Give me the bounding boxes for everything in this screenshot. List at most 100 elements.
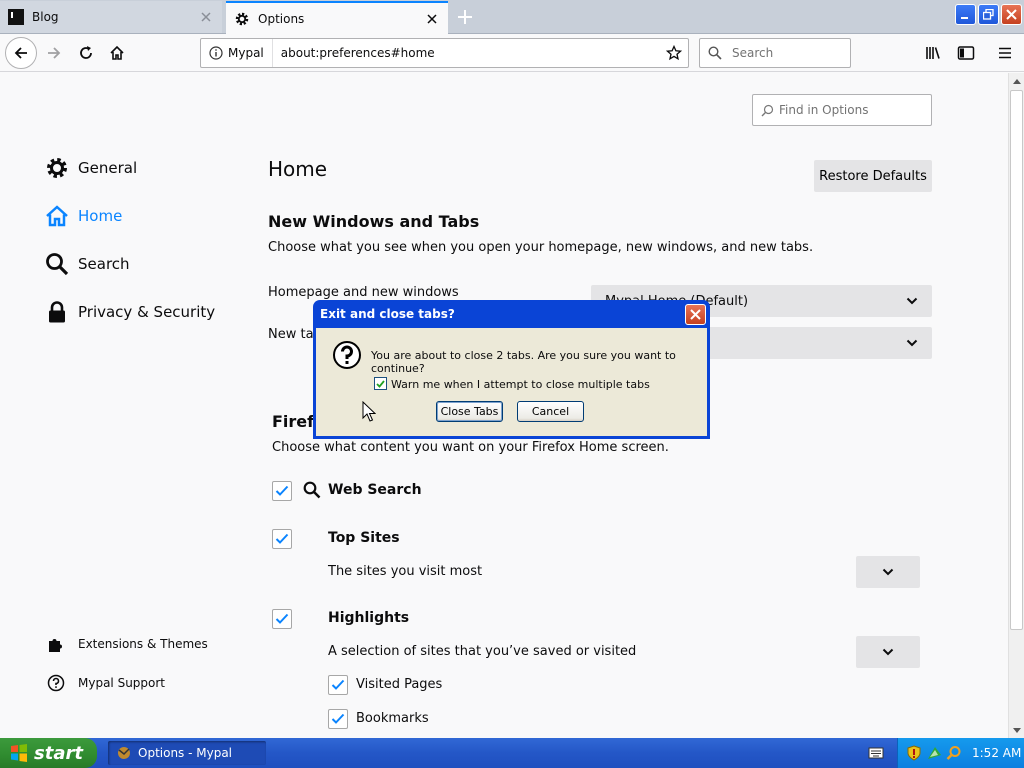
network-icon[interactable] [926,745,942,761]
hamburger-menu-icon[interactable] [991,39,1019,67]
option-description: A selection of sites that you’ve saved o… [328,644,637,659]
search-icon [761,104,774,117]
sub-option-label: Bookmarks [356,711,429,726]
blog-favicon-icon [8,9,24,25]
section-title: New Windows and Tabs [268,212,480,231]
bookmark-star-icon[interactable] [660,39,688,67]
reload-button[interactable] [72,39,100,67]
taskbar: start Options - Mypal 1:52 AM [0,738,1024,768]
puzzle-piece-icon [46,634,66,654]
tab-strip: Blog Options [0,0,1024,35]
cancel-button[interactable]: Cancel [517,401,584,422]
category-privacy-security[interactable]: Privacy & Security [44,298,215,326]
keyboard-icon[interactable] [868,746,884,760]
library-icon[interactable] [920,39,948,67]
web-search-checkbox[interactable] [272,481,292,501]
tab-blog[interactable]: Blog [0,1,222,33]
top-sites-rows-select[interactable] [856,556,920,588]
question-icon [332,340,362,370]
find-in-options-input[interactable]: Find in Options [752,94,932,126]
gear-icon [44,155,70,181]
sidebar-toggle-icon[interactable] [952,39,980,67]
help-icon [46,673,66,693]
task-label: Options - Mypal [138,746,233,760]
option-description: The sites you visit most [328,564,483,579]
url-bar[interactable]: Mypal about:preferences#home [200,38,689,68]
vertical-scrollbar[interactable] [1008,73,1024,738]
support-link[interactable]: Mypal Support [46,673,165,693]
highlights-rows-select[interactable] [856,636,920,668]
dialog-title: Exit and close tabs? [320,307,455,321]
navigation-toolbar: Mypal about:preferences#home Search [0,34,1024,72]
search-bar[interactable]: Search [699,38,851,68]
category-search[interactable]: Search [44,250,130,278]
close-tab-icon[interactable] [424,11,440,27]
category-label: Home [78,207,123,225]
warn-close-tabs-checkbox[interactable] [374,377,387,390]
homepage-label: Homepage and new windows [268,285,459,300]
close-window-button[interactable] [1001,4,1022,25]
category-general[interactable]: General [44,154,137,182]
sub-option-label: Visited Pages [356,677,443,692]
extensions-themes-link[interactable]: Extensions & Themes [46,634,208,654]
restore-defaults-button[interactable]: Restore Defaults [814,160,932,192]
site-identity[interactable]: Mypal [201,39,273,67]
warn-checkbox-label[interactable]: Warn me when I attempt to close multiple… [391,378,650,391]
search-icon [44,251,70,277]
windows-logo-icon [10,744,28,762]
forward-button[interactable] [40,39,68,67]
clock: 1:52 AM [972,746,1022,760]
lock-icon [44,299,70,325]
taskbar-item-mypal[interactable]: Options - Mypal [108,741,266,765]
chevron-down-icon [882,648,894,656]
top-sites-checkbox[interactable] [272,529,292,549]
link-label: Extensions & Themes [78,637,208,651]
option-label: Top Sites [328,530,400,546]
info-icon [209,46,223,60]
section-description: Choose what you see when you open your h… [268,240,814,255]
start-button[interactable]: start [0,738,97,768]
tab-options[interactable]: Options [226,1,448,35]
close-tabs-button[interactable]: Close Tabs [436,401,503,422]
section-description: Choose what content you want on your Fir… [272,440,669,455]
category-label: General [78,159,138,177]
search-tray-icon[interactable] [946,745,962,761]
security-shield-icon[interactable] [906,745,922,761]
chevron-down-icon [906,297,918,305]
gear-icon [234,11,250,27]
category-label: Privacy & Security [78,303,216,321]
search-icon [303,481,321,499]
scroll-up-arrow-icon[interactable] [1009,73,1024,89]
scroll-thumb[interactable] [1010,90,1023,630]
visited-pages-checkbox[interactable] [328,675,348,695]
find-placeholder: Find in Options [779,103,869,117]
new-tab-icon[interactable] [456,8,474,26]
search-icon [708,46,722,60]
search-placeholder: Search [732,46,774,60]
highlights-checkbox[interactable] [272,609,292,629]
restore-window-button[interactable] [978,4,999,25]
home-icon [44,203,70,229]
bookmarks-checkbox[interactable] [328,709,348,729]
home-button[interactable] [103,39,131,67]
system-tray: 1:52 AM [897,738,1024,768]
link-label: Mypal Support [78,676,166,690]
mypal-app-icon [116,745,132,761]
tab-title: Blog [32,10,59,24]
scroll-down-arrow-icon[interactable] [1009,722,1024,738]
mouse-cursor-icon [362,401,376,423]
dialog-message: You are about to close 2 tabs. Are you s… [371,349,676,375]
back-button[interactable] [5,37,37,69]
category-home[interactable]: Home [44,202,122,230]
identity-label: Mypal [228,46,264,60]
option-label: Web Search [328,482,422,498]
option-label: Highlights [328,610,410,626]
close-tab-icon[interactable] [198,9,214,25]
minimize-button[interactable] [955,4,976,25]
url-text[interactable]: about:preferences#home [281,46,660,60]
tab-title: Options [258,12,305,26]
dialog-close-button[interactable] [685,304,706,325]
chevron-down-icon [906,339,918,347]
start-label: start [34,742,83,764]
chevron-down-icon [882,568,894,576]
